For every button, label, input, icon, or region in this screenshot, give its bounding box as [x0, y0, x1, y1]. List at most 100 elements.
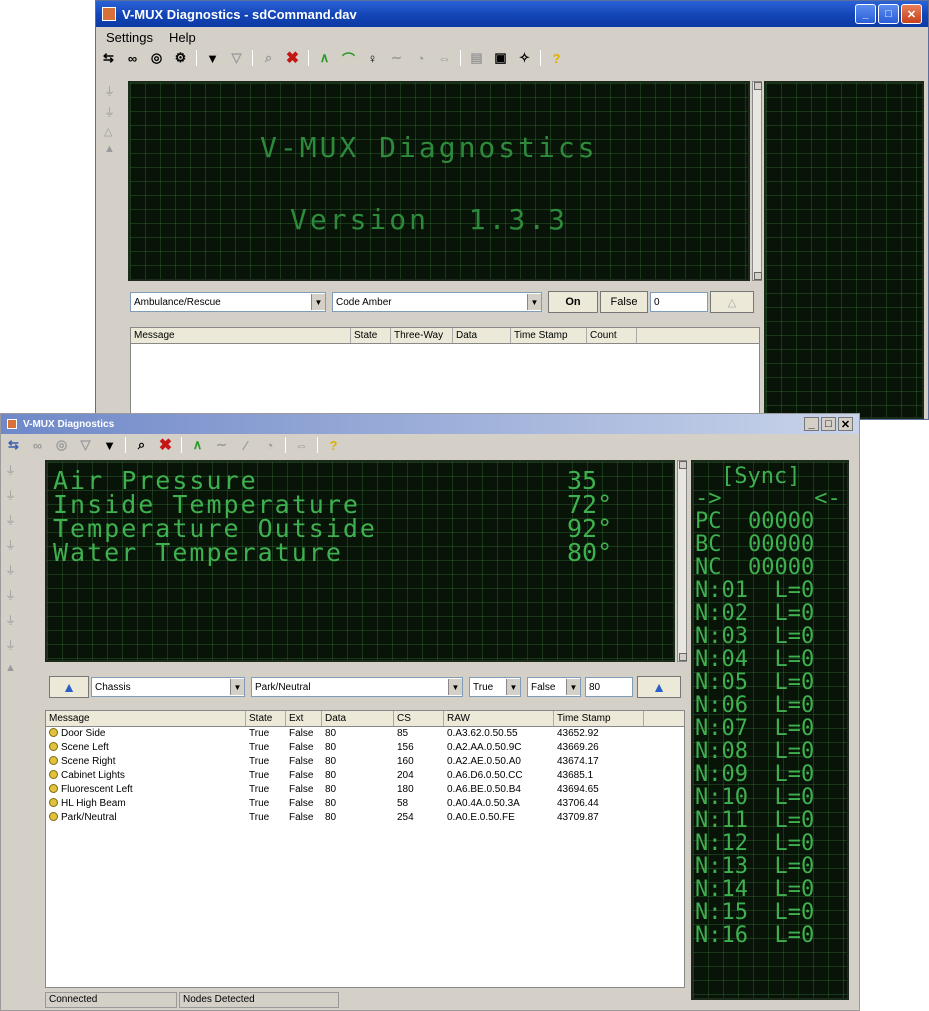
network-icon[interactable]: ⚙ — [172, 50, 189, 67]
false-button[interactable]: False — [600, 291, 648, 313]
back-lcd-display: V-MUX Diagnostics Version 1.3.3 — [128, 81, 750, 281]
wave-icon[interactable]: ∧ — [189, 437, 206, 454]
value-input[interactable]: 0 — [650, 292, 708, 312]
filter-clear-icon[interactable]: ▽ — [77, 437, 94, 454]
plug-icon[interactable]: ⏚ — [104, 83, 115, 99]
target-icon[interactable]: ◎ — [148, 50, 165, 67]
gauge-icon[interactable]: ◔ — [412, 50, 429, 67]
plug-icon[interactable]: ⏚ — [5, 512, 16, 528]
nc-counter: NC 00000 — [695, 555, 815, 580]
help-icon[interactable]: ? — [548, 50, 565, 67]
warning-icon[interactable]: ▲ — [104, 143, 115, 155]
col-raw[interactable]: RAW — [444, 711, 554, 726]
table-row[interactable]: Scene Right True False 80 160 0.A2.AE.0.… — [46, 755, 684, 769]
gauge-icon[interactable]: ◔ — [261, 437, 278, 454]
node-line: N:01 L=0 — [695, 578, 815, 603]
vehicle-type-select[interactable]: Ambulance/Rescue ▼ — [130, 292, 326, 312]
wave-icon[interactable]: ∧ — [316, 50, 333, 67]
table-row[interactable]: Fluorescent Left True False 80 180 0.A6.… — [46, 783, 684, 797]
swap-icon[interactable]: ⇔ — [293, 437, 310, 454]
table-row[interactable]: HL High Beam True False 80 58 0.A0.4A.0.… — [46, 797, 684, 811]
col-state[interactable]: State — [351, 328, 391, 343]
table-row[interactable]: Door Side True False 80 85 0.A3.62.0.50.… — [46, 727, 684, 741]
col-data[interactable]: Data — [453, 328, 511, 343]
filter-icon[interactable]: ▼ — [204, 50, 221, 67]
col-cs[interactable]: CS — [394, 711, 444, 726]
back-toolbar: ⇆ ∞ ◎ ⚙ ▼ ▽ ⌕ ✖ ∧ ⌒ ♀ ∼ ◔ ⇔ ▤ ▣ ✧ ? — [96, 47, 928, 69]
lcd-app-name: V-MUX Diagnostics — [260, 131, 598, 164]
warning-icon[interactable]: ▲ — [5, 662, 16, 674]
line-icon[interactable]: ⁄ — [237, 437, 254, 454]
col-time-stamp[interactable]: Time Stamp — [554, 711, 644, 726]
node-line: N:14 L=0 — [695, 877, 815, 902]
plug-icon[interactable]: ⏚ — [104, 104, 115, 120]
on-button[interactable]: On — [548, 291, 598, 313]
bulb-tool-icon[interactable]: ♀ — [364, 50, 381, 67]
table-row[interactable]: Scene Left True False 80 156 0.A2.AA.0.5… — [46, 741, 684, 755]
trend-icon[interactable]: ∼ — [213, 437, 230, 454]
col-message[interactable]: Message — [131, 328, 351, 343]
delete-icon[interactable]: ✖ — [157, 437, 174, 454]
minimize-button[interactable]: _ — [804, 417, 819, 431]
plug-icon[interactable]: ⏚ — [5, 537, 16, 553]
front-titlebar[interactable]: V-MUX Diagnostics _ □ ✕ — [1, 414, 859, 434]
plug-icon[interactable]: ⏚ — [5, 462, 16, 478]
menu-settings[interactable]: Settings — [106, 30, 153, 45]
node-status-lcd: [Sync] -> <- PC 00000 BC 00000 NC 00000 … — [691, 460, 849, 1000]
back-lcd-scrollbar[interactable] — [752, 81, 762, 281]
delete-icon[interactable]: ✖ — [284, 50, 301, 67]
category-select[interactable]: Chassis ▼ — [91, 677, 245, 697]
filter-clear-icon[interactable]: ▽ — [228, 50, 245, 67]
connect-icon[interactable]: ⇆ — [100, 50, 117, 67]
loop-icon[interactable]: ∞ — [29, 437, 46, 454]
front-lcd-scrollbar[interactable] — [677, 460, 687, 662]
warning-icon[interactable]: △ — [104, 125, 115, 138]
mode-select[interactable]: Code Amber ▼ — [332, 292, 542, 312]
document-icon[interactable]: ▤ — [468, 50, 485, 67]
target-icon[interactable]: ◎ — [53, 437, 70, 454]
table-row[interactable]: Cabinet Lights True False 80 204 0.A6.D6… — [46, 769, 684, 783]
data-input[interactable]: 80 — [585, 677, 633, 697]
col-ext[interactable]: Ext — [286, 711, 322, 726]
maximize-button[interactable]: □ — [878, 4, 899, 24]
connect-icon[interactable]: ⇆ — [5, 437, 22, 454]
col-message[interactable]: Message — [46, 711, 246, 726]
col-data[interactable]: Data — [322, 711, 394, 726]
save-icon[interactable]: ▣ — [492, 50, 509, 67]
col-three-way[interactable]: Three-Way — [391, 328, 453, 343]
filter-icon[interactable]: ▼ — [101, 437, 118, 454]
list-header: Message State Ext Data CS RAW Time Stamp — [46, 711, 684, 727]
trend-icon[interactable]: ∼ — [388, 50, 405, 67]
col-state[interactable]: State — [246, 711, 286, 726]
menu-help[interactable]: Help — [169, 30, 196, 45]
close-button[interactable]: ✕ — [901, 4, 922, 24]
wizard-icon[interactable]: ✧ — [516, 50, 533, 67]
node-line: N:06 L=0 — [695, 693, 815, 718]
help-icon[interactable]: ? — [325, 437, 342, 454]
loop-icon[interactable]: ∞ — [124, 50, 141, 67]
message-select[interactable]: Park/Neutral ▼ — [251, 677, 463, 697]
plug-icon[interactable]: ⏚ — [5, 637, 16, 653]
plug-icon[interactable]: ⏚ — [5, 487, 16, 503]
col-count[interactable]: Count — [587, 328, 637, 343]
binoculars-icon[interactable]: ⌕ — [133, 437, 150, 454]
table-row[interactable]: Park/Neutral True False 80 254 0.A0.E.0.… — [46, 811, 684, 825]
ext-select[interactable]: False ▼ — [527, 677, 581, 697]
plug-icon[interactable]: ⏚ — [5, 612, 16, 628]
warning-button[interactable]: ▲ — [49, 676, 89, 698]
col-time-stamp[interactable]: Time Stamp — [511, 328, 587, 343]
chevron-down-icon: ▼ — [566, 679, 580, 695]
back-titlebar[interactable]: V-MUX Diagnostics - sdCommand.dav _ □ ✕ — [96, 1, 928, 27]
close-button[interactable]: ✕ — [838, 417, 853, 431]
plug-icon[interactable]: ⏚ — [5, 562, 16, 578]
state-select[interactable]: True ▼ — [469, 677, 521, 697]
send-button[interactable]: ▲ — [637, 676, 681, 698]
binoculars-icon[interactable]: ⌕ — [260, 50, 277, 67]
bulb-icon — [49, 770, 58, 779]
maximize-button[interactable]: □ — [821, 417, 836, 431]
send-button[interactable]: △ — [710, 291, 754, 313]
plug-icon[interactable]: ⏚ — [5, 587, 16, 603]
minimize-button[interactable]: _ — [855, 4, 876, 24]
signal-icon[interactable]: ⌒ — [340, 50, 357, 67]
swap-icon[interactable]: ⇔ — [436, 50, 453, 67]
